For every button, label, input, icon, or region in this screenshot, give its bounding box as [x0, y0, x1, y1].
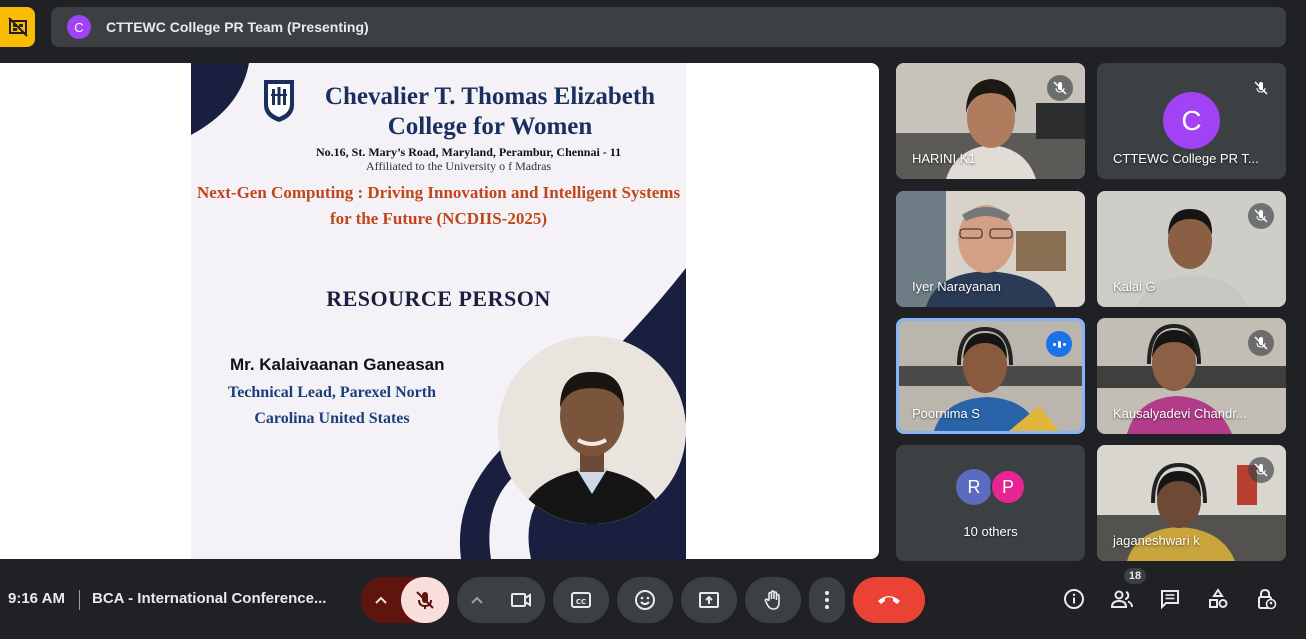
- others-tile[interactable]: R P 10 others: [896, 445, 1085, 561]
- participant-count-badge: 18: [1124, 568, 1146, 584]
- emoji-icon: [635, 590, 655, 610]
- college-address: No.16, St. Mary’s Road, Maryland, Peramb…: [316, 145, 622, 159]
- participant-tile[interactable]: Kausalyadevi Chandr...: [1097, 318, 1286, 434]
- meeting-title: BCA - International Conference...: [92, 590, 327, 607]
- participant-tile[interactable]: C CTTEWC College PR T...: [1097, 63, 1286, 179]
- section-title: RESOURCE PERSON: [326, 286, 551, 311]
- layout-off-icon: [7, 17, 28, 37]
- video-options-button[interactable]: [457, 577, 497, 623]
- speaking-indicator-icon: [1046, 331, 1072, 357]
- chevron-up-icon: [375, 596, 387, 604]
- chevron-up-icon: [471, 596, 483, 604]
- others-avatar-p: P: [990, 469, 1026, 505]
- reactions-button[interactable]: [617, 577, 673, 623]
- participant-name: Poornima S: [912, 406, 980, 421]
- participant-name: Kausalyadevi Chandr...: [1113, 406, 1247, 421]
- conference-theme: Next-Gen Computing : Driving Innovation …: [196, 183, 681, 228]
- present-screen-icon: [699, 592, 719, 608]
- info-icon: [1064, 589, 1084, 609]
- others-count-label: 10 others: [963, 524, 1018, 539]
- college-affiliation: Affiliated to the University o f Madras: [366, 159, 552, 173]
- svg-text:CC: CC: [576, 598, 586, 606]
- mic-off-icon: [1047, 75, 1073, 101]
- captions-button[interactable]: CC: [553, 577, 609, 623]
- presentation-slide: Chevalier T. Thomas Elizabeth College fo…: [191, 63, 686, 559]
- participant-name: CTTEWC College PR T...: [1113, 151, 1259, 166]
- participant-tile[interactable]: Kalai G: [1097, 191, 1286, 307]
- mic-off-icon: [1248, 457, 1274, 483]
- participant-tile[interactable]: HARINI K1: [896, 63, 1085, 179]
- clock-time: 9:16 AM: [8, 590, 65, 607]
- college-crest-icon: [264, 80, 294, 122]
- presenter-label: CTTEWC College PR Team (Presenting): [106, 19, 369, 35]
- mic-off-icon: [1248, 330, 1274, 356]
- camera-toggle-button[interactable]: [497, 577, 545, 623]
- presentation-stage[interactable]: Chevalier T. Thomas Elizabeth College fo…: [0, 63, 879, 559]
- speaker-role: Technical Lead, Parexel North Carolina U…: [228, 384, 436, 427]
- speaker-photo: [498, 336, 686, 524]
- people-button[interactable]: [1109, 586, 1135, 612]
- mic-off-icon: [1248, 203, 1274, 229]
- end-call-icon: [878, 596, 900, 604]
- others-avatar-r: R: [956, 469, 992, 505]
- divider: [79, 590, 80, 610]
- shapes-icon: [1209, 588, 1228, 608]
- lock-person-icon: [1258, 588, 1277, 610]
- hand-icon: [764, 590, 780, 610]
- mic-off-icon: [416, 591, 434, 609]
- college-name: Chevalier T. Thomas Elizabeth College fo…: [324, 83, 656, 140]
- people-icon: [1110, 590, 1133, 608]
- participant-tile[interactable]: jaganeshwari k: [1097, 445, 1286, 561]
- camera-control-group: [457, 577, 545, 623]
- speaker-name: Mr. Kalaivaanan Ganeasan: [230, 355, 445, 374]
- layout-toggle-button[interactable]: [0, 7, 35, 47]
- more-options-button[interactable]: [809, 577, 845, 623]
- presenting-banner: C CTTEWC College PR Team (Presenting): [51, 7, 1286, 47]
- participant-name: Iyer Narayanan: [912, 279, 1001, 294]
- mic-control-group: [361, 577, 449, 623]
- participant-avatar: C: [1163, 92, 1220, 149]
- participant-name: HARINI K1: [912, 151, 976, 166]
- raise-hand-button[interactable]: [745, 577, 801, 623]
- host-controls-button[interactable]: [1253, 586, 1279, 612]
- mic-off-icon: [1248, 75, 1274, 101]
- participant-tile[interactable]: Iyer Narayanan: [896, 191, 1085, 307]
- leave-call-button[interactable]: [853, 577, 925, 623]
- participant-name: Kalai G: [1113, 279, 1156, 294]
- video-camera-icon: [511, 593, 531, 607]
- participant-name: jaganeshwari k: [1113, 533, 1200, 548]
- chat-icon: [1161, 590, 1179, 610]
- chat-button[interactable]: [1157, 586, 1183, 612]
- microphone-toggle-button[interactable]: [401, 577, 449, 623]
- audio-options-button[interactable]: [361, 577, 401, 623]
- activities-button[interactable]: [1205, 586, 1231, 612]
- more-vert-icon: [825, 591, 829, 609]
- closed-captions-icon: CC: [571, 592, 591, 608]
- meeting-details-button[interactable]: [1061, 586, 1087, 612]
- present-screen-button[interactable]: [681, 577, 737, 623]
- participant-tile-speaking[interactable]: Poornima S: [896, 318, 1085, 434]
- presenter-avatar: C: [67, 15, 91, 39]
